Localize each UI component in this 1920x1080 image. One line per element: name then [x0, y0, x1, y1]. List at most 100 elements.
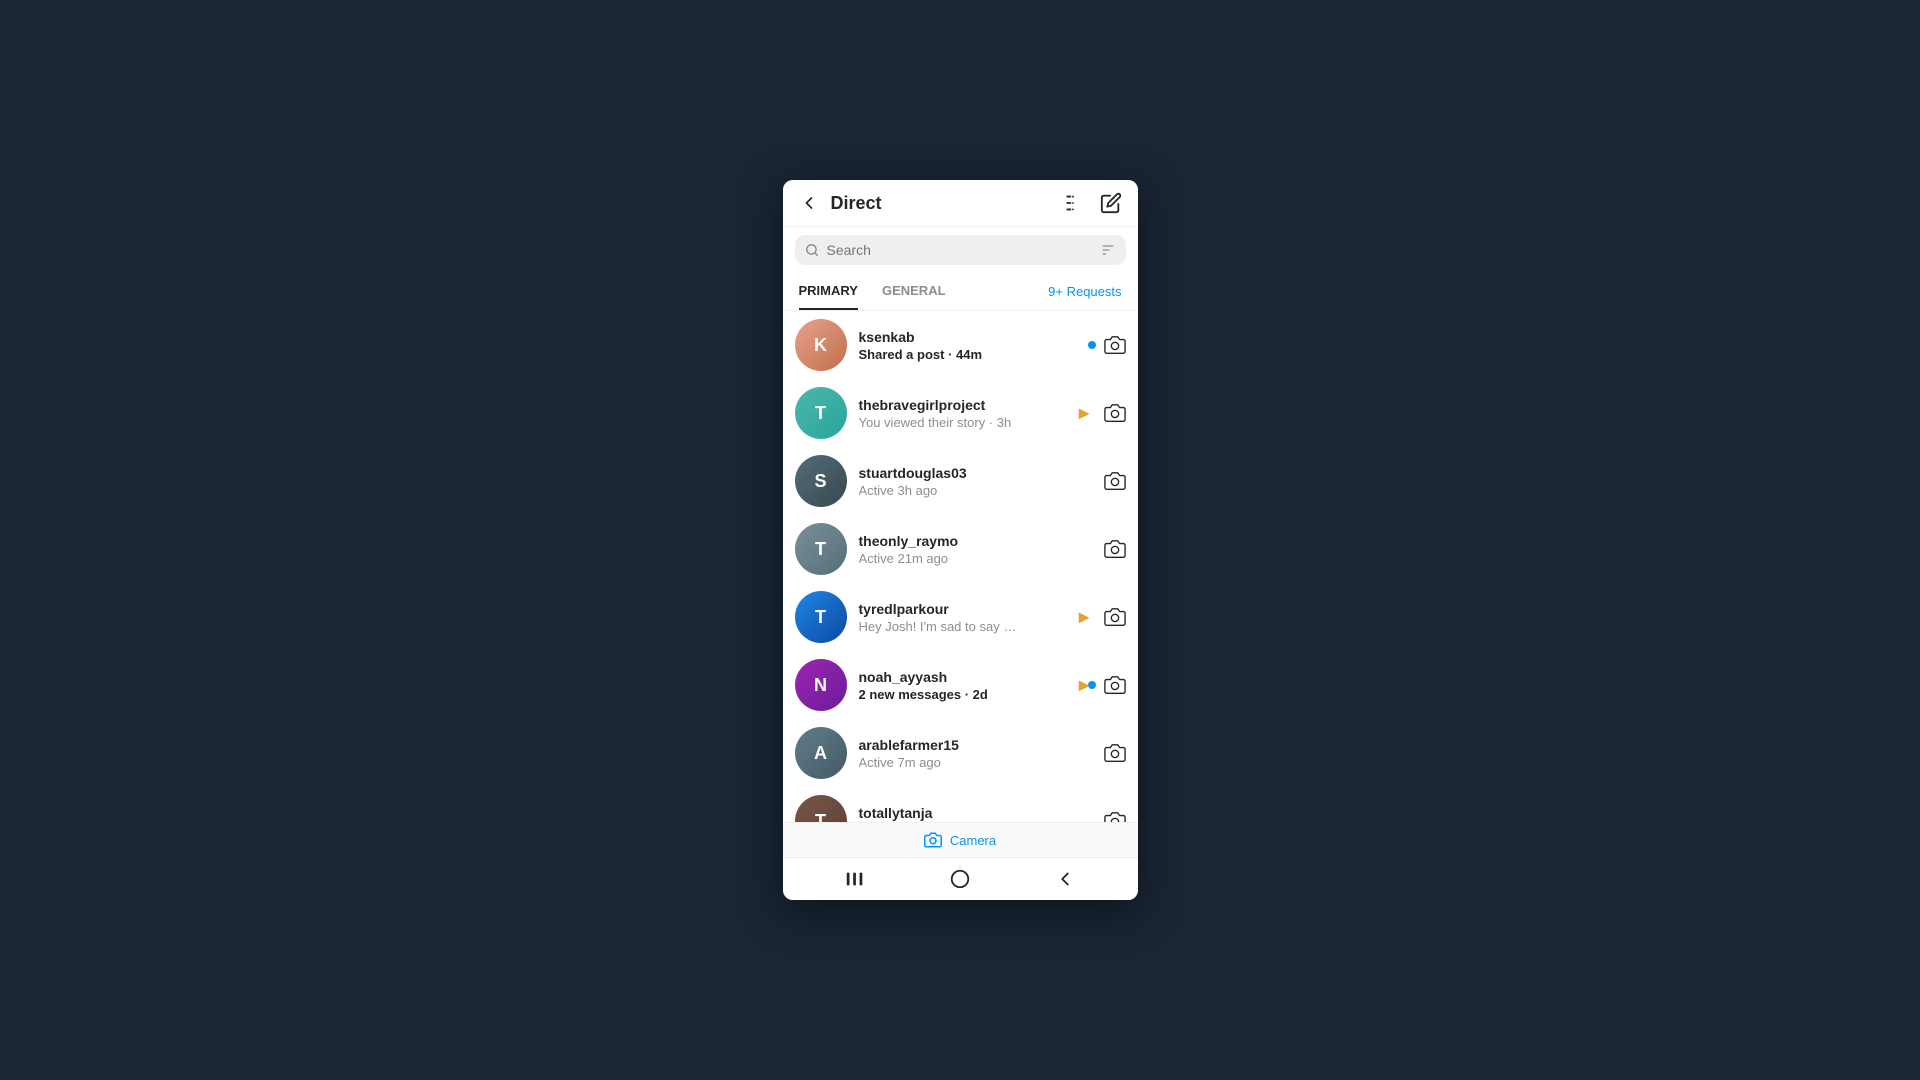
conversation-list: Kksenkab Shared a post · 44m ▶ Tthebravegi…	[783, 311, 1138, 822]
conv-actions	[1104, 606, 1126, 628]
camera-bar-label: Camera	[950, 833, 996, 848]
avatar: T	[795, 387, 847, 439]
conv-info: totallytanjaActive yesterday...	[859, 805, 1104, 823]
conv-preview: Active 21m ago	[859, 551, 1019, 566]
conv-username: tyredlparkour	[859, 601, 1104, 617]
camera-button[interactable]	[1104, 538, 1126, 560]
camera-bar-icon	[924, 831, 942, 849]
avatar: K	[795, 319, 847, 371]
conv-preview: Active 3h ago	[859, 483, 1019, 498]
camera-icon	[1104, 674, 1126, 696]
conv-username: totallytanja	[859, 805, 1104, 821]
conv-username: theonly_raymo	[859, 533, 1104, 549]
camera-button[interactable]	[1104, 810, 1126, 822]
camera-icon	[1104, 402, 1126, 424]
camera-button[interactable]	[1104, 742, 1126, 764]
camera-icon	[1104, 810, 1126, 822]
back-button[interactable]	[799, 193, 819, 213]
back-icon	[799, 193, 819, 213]
conversation-item[interactable]: ▶ Tthebravegirlproject You viewed their st…	[783, 379, 1138, 447]
conv-actions	[1104, 402, 1126, 424]
header: Direct	[783, 180, 1138, 227]
conv-info: stuartdouglas03 Active 3h ago	[859, 465, 1104, 498]
nav-home-button[interactable]	[949, 868, 971, 890]
conversation-item[interactable]: Sstuartdouglas03 Active 3h ago	[783, 447, 1138, 515]
conversation-item[interactable]: Ttheonly_raymo Active 21m ago	[783, 515, 1138, 583]
camera-button[interactable]	[1104, 674, 1126, 696]
conv-preview: Hey Josh! I'm sad to say I MUST L...	[859, 619, 1019, 634]
nav-menu-button[interactable]	[844, 868, 866, 890]
nav-back-button[interactable]	[1054, 868, 1076, 890]
page-title: Direct	[831, 193, 882, 214]
tab-primary[interactable]: PRIMARY	[799, 273, 858, 310]
conv-actions	[1104, 470, 1126, 492]
chevron-indicator: ▶	[1079, 677, 1090, 694]
tabs-left: PRIMARY GENERAL	[799, 273, 946, 310]
search-icon	[805, 243, 819, 257]
chevron-indicator: ▶	[1079, 405, 1090, 422]
conv-actions	[1088, 334, 1126, 356]
nav-home-icon	[949, 868, 971, 890]
tabs-bar: PRIMARY GENERAL 9+ Requests	[783, 273, 1138, 311]
conv-actions	[1104, 538, 1126, 560]
menu-icon	[1062, 192, 1084, 214]
camera-button[interactable]	[1104, 334, 1126, 356]
conv-actions	[1104, 810, 1126, 822]
nav-back-icon	[1054, 868, 1076, 890]
conv-info: thebravegirlproject You viewed their stor…	[859, 397, 1104, 430]
conv-username: noah_ayyash	[859, 669, 1088, 685]
camera-icon	[1104, 334, 1126, 356]
filter-icon[interactable]	[1100, 242, 1116, 258]
requests-link[interactable]: 9+ Requests	[1048, 284, 1121, 299]
camera-icon	[1104, 538, 1126, 560]
chevron-indicator: ▶	[1079, 609, 1090, 626]
compose-icon	[1100, 192, 1122, 214]
tab-general[interactable]: GENERAL	[882, 273, 946, 310]
conv-actions	[1088, 674, 1126, 696]
conv-info: theonly_raymo Active 21m ago	[859, 533, 1104, 566]
conv-username: ksenkab	[859, 329, 1088, 345]
conversation-item[interactable]: ▶ Ttyredlparkour Hey Josh! I'm sad to say …	[783, 583, 1138, 651]
conv-actions	[1104, 742, 1126, 764]
header-left: Direct	[799, 193, 882, 214]
conversation-item[interactable]: TtotallytanjaActive yesterday...	[783, 787, 1138, 822]
camera-icon	[1104, 606, 1126, 628]
avatar: S	[795, 455, 847, 507]
camera-button[interactable]	[1104, 402, 1126, 424]
search-bar	[795, 235, 1126, 265]
conv-preview: Active 7m ago	[859, 755, 1019, 770]
compose-button[interactable]	[1100, 192, 1122, 214]
conversation-item[interactable]: Kksenkab Shared a post · 44m	[783, 311, 1138, 379]
conv-preview: 2 new messages · 2d	[859, 687, 1019, 702]
unread-dot	[1088, 341, 1096, 349]
conv-username: thebravegirlproject	[859, 397, 1104, 413]
avatar: T	[795, 591, 847, 643]
camera-icon	[1104, 742, 1126, 764]
camera-icon	[1104, 470, 1126, 492]
conversation-item[interactable]: Aarablefarmer15 Active 7m ago	[783, 719, 1138, 787]
search-container	[783, 227, 1138, 273]
conversation-item[interactable]: ▶ Nnoah_ayyash 2 new messages · 2d	[783, 651, 1138, 719]
avatar: T	[795, 795, 847, 822]
nav-menu-icon	[844, 868, 866, 890]
avatar: T	[795, 523, 847, 575]
conv-info: ksenkab Shared a post · 44m	[859, 329, 1088, 362]
conv-preview: You viewed their story · 3h	[859, 415, 1019, 430]
conv-preview: Shared a post · 44m	[859, 347, 1019, 362]
conv-info: arablefarmer15 Active 7m ago	[859, 737, 1104, 770]
header-icons	[1062, 192, 1122, 214]
conv-info: tyredlparkour Hey Josh! I'm sad to say I …	[859, 601, 1104, 634]
conv-info: noah_ayyash 2 new messages · 2d	[859, 669, 1088, 702]
camera-bar[interactable]: Camera	[783, 822, 1138, 857]
phone-screen: Direct	[783, 180, 1138, 900]
bottom-nav	[783, 857, 1138, 900]
menu-button[interactable]	[1062, 192, 1084, 214]
conv-username: stuartdouglas03	[859, 465, 1104, 481]
conv-username: arablefarmer15	[859, 737, 1104, 753]
message-list: Kksenkab Shared a post · 44m ▶ Tthebravegi…	[783, 311, 1138, 822]
avatar: A	[795, 727, 847, 779]
camera-button[interactable]	[1104, 470, 1126, 492]
camera-button[interactable]	[1104, 606, 1126, 628]
search-input[interactable]	[827, 242, 1092, 258]
avatar: N	[795, 659, 847, 711]
